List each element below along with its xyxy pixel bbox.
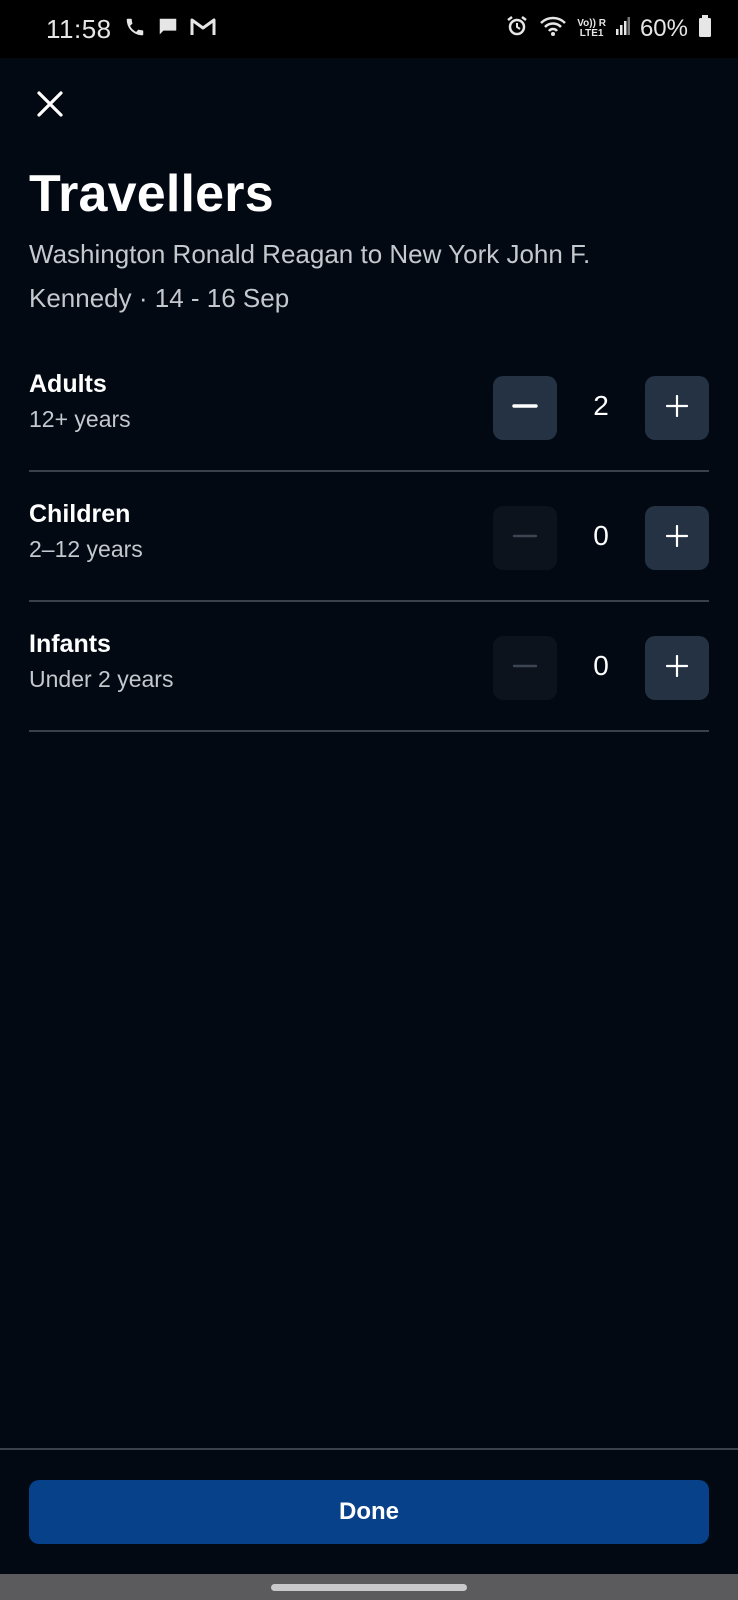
system-navigation-bar [0, 1574, 738, 1600]
infants-decrease-button[interactable] [493, 636, 557, 700]
alarm-icon [505, 14, 529, 43]
adults-increase-button[interactable] [645, 376, 709, 440]
gmail-icon [190, 16, 216, 43]
footer-divider [0, 1448, 738, 1450]
children-count: 0 [593, 520, 609, 551]
traveller-row-infants: Infants Under 2 years 0 [29, 604, 709, 732]
battery-percent: 60% [639, 14, 688, 42]
plus-icon [665, 524, 689, 552]
children-stepper: 0 [493, 506, 709, 572]
route-subtitle: Washington Ronald Reagan to New York Joh… [29, 239, 591, 313]
children-increase-button[interactable] [645, 506, 709, 570]
plus-icon [665, 394, 689, 422]
traveller-row-adults: Adults 12+ years 2 [29, 344, 709, 472]
infants-stepper: 0 [493, 636, 709, 702]
page-title: Travellers [29, 165, 274, 223]
children-decrease-button[interactable] [493, 506, 557, 570]
lte-label: LTE1 [579, 27, 604, 39]
signal-icon [615, 15, 630, 42]
status-system-icons: Vo)) R LTE1 60% [505, 14, 712, 43]
chat-icon [156, 16, 180, 43]
traveller-age-range: 12+ years [29, 406, 131, 432]
status-time: 11:58 [46, 14, 112, 44]
traveller-label: Children [29, 500, 131, 528]
minus-icon [512, 653, 538, 684]
infants-increase-button[interactable] [645, 636, 709, 700]
status-notification-icons [124, 16, 216, 43]
close-button[interactable] [30, 86, 70, 126]
network-type-label: Vo)) R LTE1 [577, 18, 606, 39]
plus-icon [665, 654, 689, 682]
wifi-icon [539, 15, 567, 42]
phone-icon [124, 16, 146, 43]
minus-icon [512, 523, 538, 554]
battery-icon [698, 14, 712, 43]
adults-stepper: 2 [493, 376, 709, 442]
traveller-age-range: Under 2 years [29, 666, 174, 692]
traveller-label: Infants [29, 630, 111, 658]
done-button[interactable]: Done [29, 1480, 709, 1544]
adults-decrease-button[interactable] [493, 376, 557, 440]
traveller-row-children: Children 2–12 years 0 [29, 474, 709, 602]
close-icon [36, 90, 64, 123]
infants-count: 0 [593, 650, 609, 681]
status-bar: 11:58 Vo)) R LTE1 60% [0, 0, 738, 58]
traveller-age-range: 2–12 years [29, 536, 143, 562]
minus-icon [512, 393, 538, 424]
adults-count: 2 [593, 390, 609, 421]
home-gesture-handle[interactable] [271, 1584, 467, 1591]
traveller-label: Adults [29, 370, 107, 398]
